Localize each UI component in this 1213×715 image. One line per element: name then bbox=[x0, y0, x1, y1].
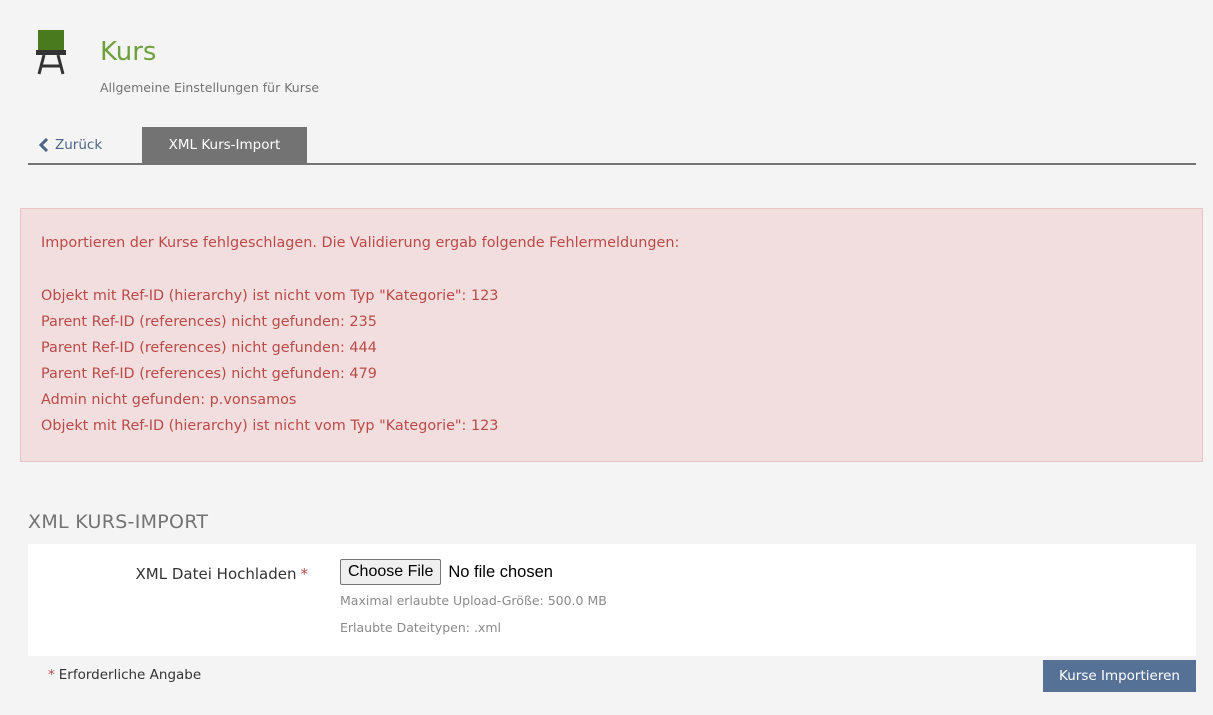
max-upload-size-hint: Maximal erlaubte Upload-Größe: 500.0 MB bbox=[340, 593, 607, 608]
section-title: XML KURS-IMPORT bbox=[28, 511, 209, 533]
tab-xml-kurs-import[interactable]: XML Kurs-Import bbox=[142, 127, 307, 163]
upload-field-label: XML Datei Hochladen * bbox=[28, 564, 308, 584]
upload-label-text: XML Datei Hochladen bbox=[135, 565, 297, 583]
error-item: Objekt mit Ref-ID (hierarchy) ist nicht … bbox=[41, 288, 499, 304]
error-item: Parent Ref-ID (references) nicht gefunde… bbox=[41, 366, 377, 382]
error-item: Admin nicht gefunden: p.vonsamos bbox=[41, 392, 297, 408]
page-title: Kurs bbox=[100, 37, 157, 67]
back-link[interactable]: Zurück bbox=[38, 127, 102, 163]
tab-bar: Zurück XML Kurs-Import bbox=[28, 127, 1196, 165]
file-input: Choose File No file chosen bbox=[340, 559, 553, 585]
error-item: Parent Ref-ID (references) nicht gefunde… bbox=[41, 340, 377, 356]
error-alert: Importieren der Kurse fehlgeschlagen. Di… bbox=[20, 208, 1203, 462]
page-subtitle: Allgemeine Einstellungen für Kurse bbox=[100, 80, 320, 95]
import-courses-button[interactable]: Kurse Importieren bbox=[1043, 660, 1196, 692]
required-note-marker: * bbox=[48, 667, 55, 683]
error-item: Parent Ref-ID (references) nicht gefunde… bbox=[41, 314, 377, 330]
allowed-file-types-hint: Erlaubte Dateitypen: .xml bbox=[340, 620, 501, 635]
classroom-board-icon bbox=[36, 30, 66, 75]
required-marker: * bbox=[300, 565, 309, 583]
required-note: * Erforderliche Angabe bbox=[48, 666, 201, 684]
page-header: Kurs Allgemeine Einstellungen für Kurse bbox=[36, 30, 1196, 100]
alert-headline: Importieren der Kurse fehlgeschlagen. Di… bbox=[41, 235, 680, 251]
required-note-text: Erforderliche Angabe bbox=[58, 667, 202, 683]
upload-form-panel: XML Datei Hochladen * Choose File No file… bbox=[28, 544, 1196, 656]
error-list: Objekt mit Ref-ID (hierarchy) ist nicht … bbox=[41, 283, 1182, 439]
file-status-text: No file chosen bbox=[448, 562, 553, 581]
chevron-left-icon bbox=[38, 138, 49, 152]
error-item: Objekt mit Ref-ID (hierarchy) ist nicht … bbox=[41, 418, 499, 434]
choose-file-button[interactable]: Choose File bbox=[340, 559, 442, 585]
back-link-label: Zurück bbox=[55, 137, 103, 153]
